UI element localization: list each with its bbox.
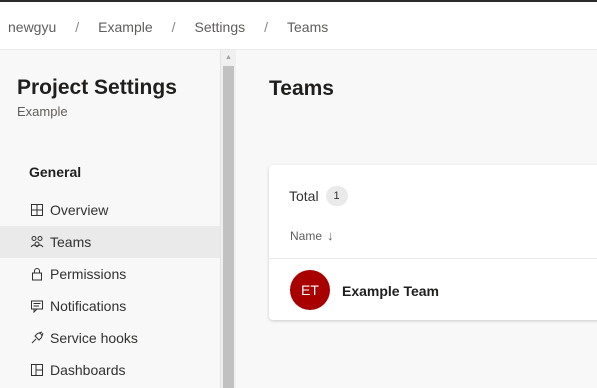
breadcrumb-org[interactable]: newgyu [8, 19, 56, 35]
sidebar-subtitle: Example [17, 104, 68, 119]
sidebar-nav: Overview Teams Permissions Notifications… [0, 194, 220, 386]
settings-sidebar: Project Settings Example General Overvie… [0, 50, 220, 388]
sort-descending-icon: ↓ [327, 228, 334, 243]
breadcrumb-separator: / [264, 19, 268, 35]
overview-icon [30, 203, 44, 217]
breadcrumb-separator: / [171, 19, 176, 35]
sidebar-item-label: Teams [50, 234, 92, 250]
sidebar-item-service-hooks[interactable]: Service hooks [0, 322, 220, 354]
sidebar-title: Project Settings [17, 76, 177, 99]
breadcrumb-settings[interactable]: Settings [195, 19, 246, 35]
top-bar: newgyu / Example / Settings / Teams [0, 0, 597, 50]
sidebar-item-label: Service hooks [50, 330, 138, 346]
scrollbar-thumb[interactable] [223, 66, 234, 388]
total-label: Total [289, 188, 319, 204]
table-row[interactable]: ET Example Team [269, 259, 597, 320]
name-column-label: Name [290, 228, 323, 243]
teams-icon [30, 235, 44, 249]
team-name[interactable]: Example Team [342, 283, 439, 299]
sidebar-item-label: Dashboards [50, 362, 126, 378]
sidebar-item-dashboards[interactable]: Dashboards [0, 354, 220, 386]
teams-card: Total 1 Name ↓ ET Example Team [269, 165, 597, 320]
sidebar-item-teams[interactable]: Teams [0, 226, 220, 258]
sidebar-item-notifications[interactable]: Notifications [0, 290, 220, 322]
sidebar-item-label: Permissions [50, 266, 127, 282]
name-column-header[interactable]: Name ↓ [290, 228, 334, 243]
breadcrumb: newgyu / Example / Settings / Teams [8, 19, 328, 35]
notification-icon [30, 299, 44, 313]
sidebar-item-label: Notifications [50, 298, 127, 314]
breadcrumb-separator: / [75, 19, 80, 35]
total-summary: Total 1 [289, 186, 348, 206]
scroll-up-arrow-icon[interactable]: ▲ [221, 52, 236, 62]
total-count-badge: 1 [325, 186, 348, 206]
breadcrumb-project[interactable]: Example [98, 19, 152, 35]
service-hooks-icon [30, 331, 44, 345]
dashboards-icon [30, 363, 44, 377]
lock-icon [30, 267, 44, 281]
sidebar-item-overview[interactable]: Overview [0, 194, 220, 226]
avatar: ET [290, 270, 330, 310]
sidebar-item-label: Overview [50, 202, 109, 218]
section-header-general: General [29, 164, 82, 180]
breadcrumb-teams[interactable]: Teams [287, 19, 328, 35]
sidebar-scrollbar[interactable]: ▲ [220, 50, 236, 388]
sidebar-item-permissions[interactable]: Permissions [0, 258, 220, 290]
page-title: Teams [269, 77, 334, 100]
